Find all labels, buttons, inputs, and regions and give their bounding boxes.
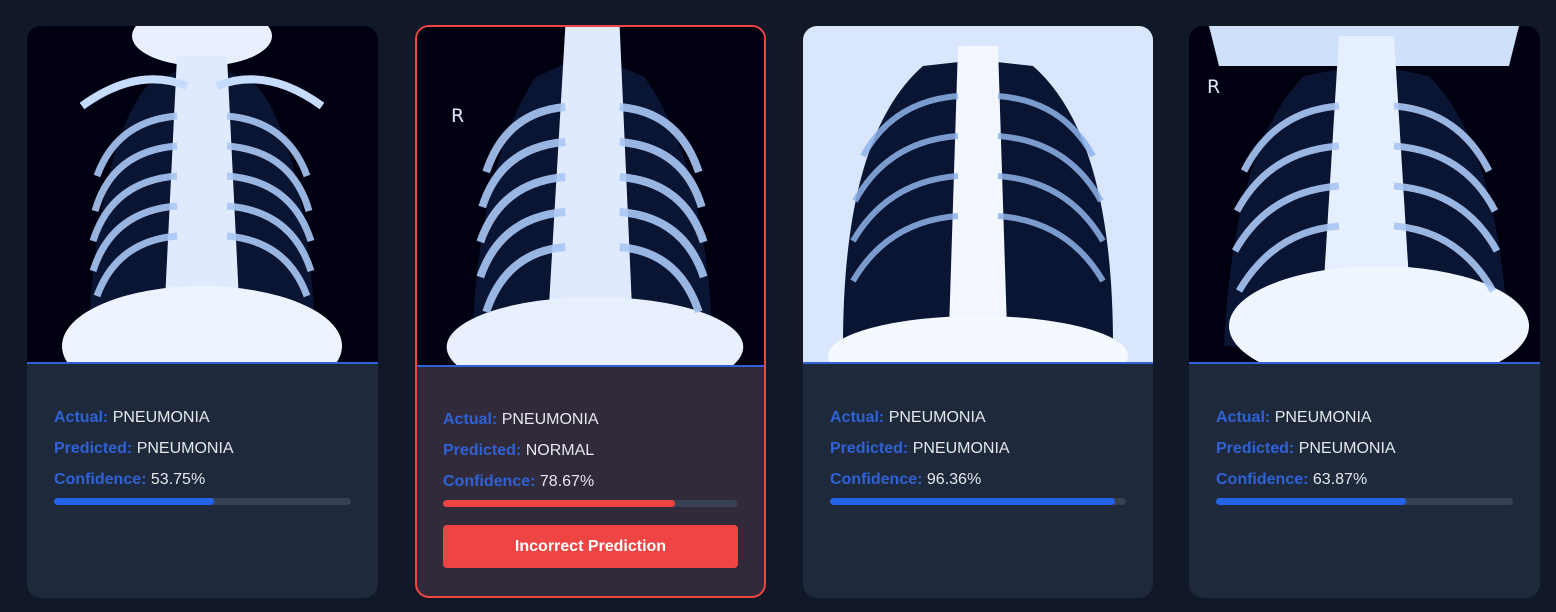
prediction-info: Actual: PNEUMONIA Predicted: PNEUMONIA C…	[1216, 408, 1513, 505]
confidence-bar-fill	[54, 498, 214, 505]
predicted-value: NORMAL	[525, 442, 595, 459]
confidence-bar-fill	[443, 500, 676, 507]
result-card-incorrect: R Actual: PNEUMONIA Predicted: NORMAL Co…	[415, 25, 766, 598]
actual-label: Actual:	[830, 409, 885, 426]
confidence-value: 96.36%	[926, 471, 982, 488]
xray-image: R	[417, 27, 764, 367]
xray-image	[27, 26, 378, 364]
predicted-label: Predicted:	[830, 440, 909, 457]
confidence-bar	[1216, 498, 1513, 505]
actual-label: Actual:	[1216, 409, 1271, 426]
prediction-info: Actual: PNEUMONIA Predicted: NORMAL Conf…	[443, 410, 738, 568]
actual-value: PNEUMONIA	[112, 409, 210, 426]
side-marker: R	[1207, 76, 1221, 98]
confidence-value: 63.87%	[1312, 471, 1368, 488]
confidence-label: Confidence:	[443, 473, 536, 490]
predicted-value: PNEUMONIA	[1298, 440, 1396, 457]
confidence-row: Confidence: 63.87%	[1216, 470, 1513, 501]
confidence-row: Confidence: 78.67%	[443, 472, 738, 503]
predicted-label: Predicted:	[1216, 440, 1295, 457]
actual-row: Actual: PNEUMONIA	[1216, 408, 1513, 439]
incorrect-prediction-button[interactable]: Incorrect Prediction	[443, 525, 738, 568]
confidence-bar-fill	[830, 498, 1116, 505]
confidence-label: Confidence:	[1216, 471, 1309, 488]
actual-row: Actual: PNEUMONIA	[830, 408, 1126, 439]
actual-value: PNEUMONIA	[1274, 409, 1372, 426]
xray-image	[803, 26, 1153, 364]
confidence-row: Confidence: 96.36%	[830, 470, 1126, 501]
result-card: Actual: PNEUMONIA Predicted: PNEUMONIA C…	[27, 26, 378, 598]
predicted-row: Predicted: PNEUMONIA	[54, 439, 351, 470]
prediction-info: Actual: PNEUMONIA Predicted: PNEUMONIA C…	[830, 408, 1126, 505]
actual-value: PNEUMONIA	[501, 411, 599, 428]
predicted-label: Predicted:	[54, 440, 133, 457]
confidence-label: Confidence:	[830, 471, 923, 488]
predicted-value: PNEUMONIA	[912, 440, 1010, 457]
predicted-row: Predicted: NORMAL	[443, 441, 738, 472]
confidence-value: 53.75%	[150, 471, 206, 488]
predicted-value: PNEUMONIA	[136, 440, 234, 457]
xray-image: R	[1189, 26, 1540, 364]
predicted-row: Predicted: PNEUMONIA	[1216, 439, 1513, 470]
predicted-row: Predicted: PNEUMONIA	[830, 439, 1126, 470]
confidence-bar	[443, 500, 738, 507]
confidence-bar-fill	[1216, 498, 1406, 505]
actual-label: Actual:	[443, 411, 498, 428]
predicted-label: Predicted:	[443, 442, 522, 459]
confidence-bar	[54, 498, 351, 505]
prediction-info: Actual: PNEUMONIA Predicted: PNEUMONIA C…	[54, 408, 351, 505]
confidence-row: Confidence: 53.75%	[54, 470, 351, 501]
actual-row: Actual: PNEUMONIA	[443, 410, 738, 441]
confidence-value: 78.67%	[539, 473, 595, 490]
actual-value: PNEUMONIA	[888, 409, 986, 426]
result-card: R Actual: PNEUMONIA Predicted: PNEUMONIA…	[1189, 26, 1540, 598]
confidence-label: Confidence:	[54, 471, 147, 488]
actual-label: Actual:	[54, 409, 109, 426]
side-marker: R	[451, 105, 465, 127]
confidence-bar	[830, 498, 1126, 505]
actual-row: Actual: PNEUMONIA	[54, 408, 351, 439]
result-card: Actual: PNEUMONIA Predicted: PNEUMONIA C…	[803, 26, 1153, 598]
